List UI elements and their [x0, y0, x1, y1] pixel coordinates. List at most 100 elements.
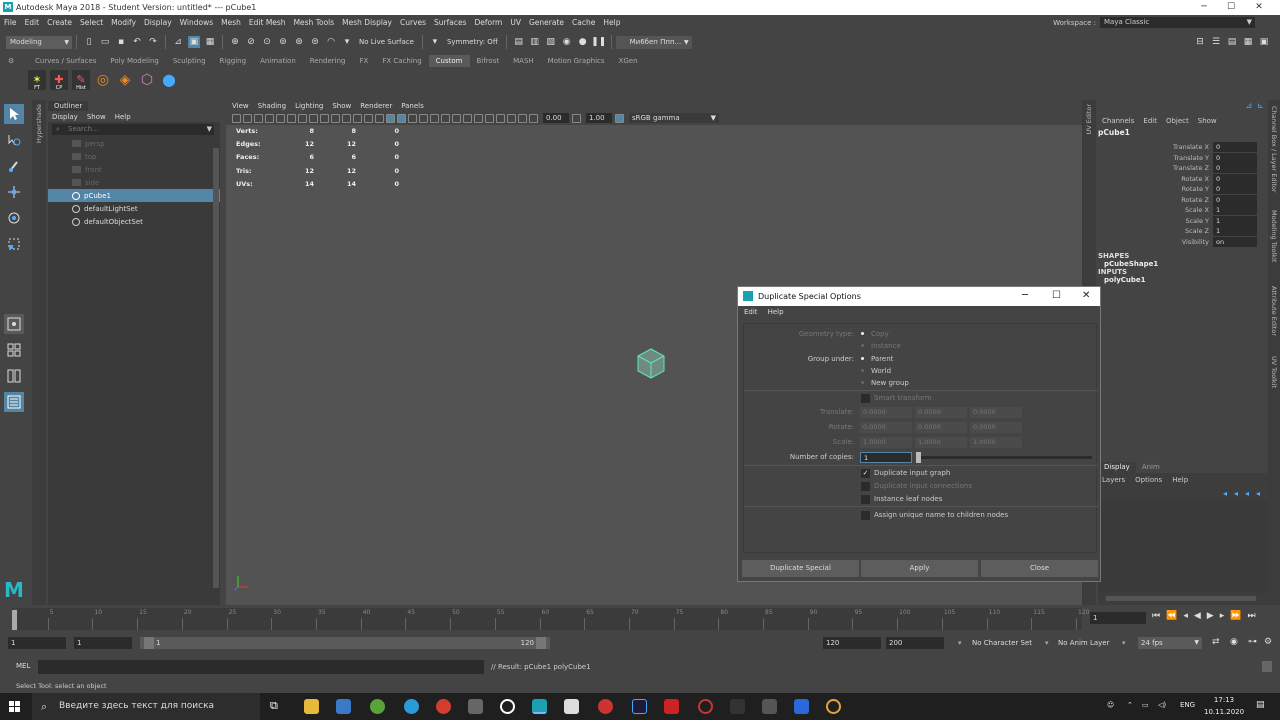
app-icon[interactable]	[730, 699, 745, 714]
layer-list[interactable]	[1098, 501, 1268, 593]
steam-icon[interactable]	[762, 699, 777, 714]
channel-menu-object[interactable]: Object	[1166, 117, 1189, 125]
screen-space-ao-icon[interactable]	[441, 113, 450, 123]
menu-mesh-display[interactable]: Mesh Display	[338, 15, 396, 30]
rotate-tool-icon[interactable]	[4, 208, 24, 228]
move-layer-down-icon[interactable]: ◂	[1234, 489, 1238, 498]
current-frame-field[interactable]: 1	[1090, 612, 1146, 624]
number-of-copies-field[interactable]: 1	[860, 452, 912, 463]
sound-icon[interactable]: ◉	[1230, 637, 1238, 647]
rotate-x-field[interactable]: 0.0000	[860, 422, 912, 433]
shelf-tab-bifrost[interactable]: Bifrost	[470, 55, 507, 67]
scale-z-field[interactable]: 1.0000	[970, 437, 1022, 448]
menu-mesh[interactable]: Mesh	[217, 15, 245, 30]
two-view-layout-icon[interactable]	[4, 366, 24, 386]
viewport-menu-renderer[interactable]: Renderer	[360, 102, 392, 110]
snap-grid-icon[interactable]: ⊕	[229, 36, 241, 48]
shelf-tab-custom[interactable]: Custom	[428, 55, 470, 67]
channel-box-toggle-icon[interactable]: ▤	[1226, 36, 1238, 48]
layer-scrollbar[interactable]	[1106, 596, 1256, 601]
outliner-item[interactable]: defaultObjectSet	[48, 215, 220, 228]
paint-select-tool-icon[interactable]	[4, 156, 24, 176]
pause-icon[interactable]: ❚❚	[591, 36, 606, 48]
new-layer-icon[interactable]: ◂	[1245, 489, 1249, 498]
channel-row[interactable]: Scale X 1	[1098, 205, 1268, 216]
script-editor-icon[interactable]	[1262, 661, 1272, 672]
menu-windows[interactable]: Windows	[176, 15, 217, 30]
layer-menu-help[interactable]: Help	[1172, 476, 1188, 484]
xray-components-icon[interactable]	[518, 113, 527, 123]
motion-blur-icon[interactable]	[452, 113, 461, 123]
menu-curves[interactable]: Curves	[396, 15, 430, 30]
outliner-item[interactable]: top	[48, 150, 220, 163]
layer-tab-anim[interactable]: Anim	[1136, 462, 1166, 473]
channel-value[interactable]: 0	[1213, 194, 1257, 205]
xray-joints-icon[interactable]	[507, 113, 516, 123]
save-scene-icon[interactable]: ▪	[115, 36, 127, 48]
translate-x-field[interactable]: 0.0000	[860, 407, 912, 418]
shelf-tab-rigging[interactable]: Rigging	[213, 55, 254, 67]
chevron-down-icon[interactable]: ▾	[1045, 639, 1049, 647]
dialog-maximize-button[interactable]: ☐	[1052, 290, 1061, 301]
select-camera-icon[interactable]	[232, 113, 241, 123]
loop-icon[interactable]: ⇄	[1212, 637, 1220, 647]
range-end-handle[interactable]	[536, 637, 546, 649]
user-account-dropdown[interactable]: Ми6беп Ппп... ▼	[615, 35, 692, 49]
menu-select[interactable]: Select	[76, 15, 107, 30]
playback-start-field[interactable]: 1	[74, 637, 132, 649]
color-management-icon[interactable]	[615, 113, 624, 123]
channel-row[interactable]: Rotate X 0	[1098, 173, 1268, 185]
task-view-icon[interactable]: ⧉	[270, 699, 285, 714]
isolate-select-icon[interactable]	[485, 113, 494, 123]
open-scene-icon[interactable]: ▭	[99, 36, 111, 48]
select-tool-icon[interactable]	[4, 104, 24, 124]
menu-mesh-tools[interactable]: Mesh Tools	[290, 15, 339, 30]
close-window-button[interactable]: ✕	[1247, 1, 1271, 13]
depth-of-field-icon[interactable]	[474, 113, 483, 123]
time-ruler[interactable]: 1510152025303540455055606570758085909510…	[12, 608, 1089, 630]
channel-menu-channels[interactable]: Channels	[1102, 117, 1134, 125]
shelf-tab-curves-surfaces[interactable]: Curves / Surfaces	[28, 55, 103, 67]
shelf-tab-xgen[interactable]: XGen	[612, 55, 645, 67]
outliner-item[interactable]: front	[48, 163, 220, 176]
clock-date[interactable]: 10.11.2020	[1204, 708, 1244, 716]
move-tool-icon[interactable]	[4, 182, 24, 202]
chevron-down-icon[interactable]: ▾	[341, 36, 353, 48]
step-forward-key-icon[interactable]: ⏩	[1230, 611, 1241, 621]
outliner-menu-help[interactable]: Help	[115, 113, 131, 121]
pcube-mesh[interactable]	[636, 347, 666, 379]
channel-row[interactable]: Visibility on	[1098, 236, 1268, 248]
app-icon[interactable]	[664, 699, 679, 714]
rotate-z-field[interactable]: 0.0000	[970, 422, 1022, 433]
viewport-menu-panels[interactable]: Panels	[401, 102, 424, 110]
windows-start-icon[interactable]	[9, 701, 21, 713]
attribute-editor-toggle-icon[interactable]: ⊟	[1194, 36, 1206, 48]
workspace-dropdown[interactable]: Maya Classic ▼	[1100, 17, 1255, 28]
symmetry-label[interactable]: Symmetry: Off	[447, 38, 498, 46]
shelf-tab-animation[interactable]: Animation	[253, 55, 303, 67]
geometry-copy-radio[interactable]: Copy	[861, 330, 889, 338]
shelf-tab-poly-modeling[interactable]: Poly Modeling	[103, 55, 165, 67]
menu-edit-mesh[interactable]: Edit Mesh	[245, 15, 290, 30]
scale-x-field[interactable]: 1.0000	[860, 437, 912, 448]
range-start-handle[interactable]	[144, 637, 154, 649]
viewport-menu-lighting[interactable]: Lighting	[295, 102, 323, 110]
app-icon[interactable]	[500, 699, 515, 714]
dialog-menu-help[interactable]: Help	[768, 306, 784, 319]
tool-settings-toggle-icon[interactable]: ☰	[1210, 36, 1222, 48]
layer-menu-options[interactable]: Options	[1135, 476, 1162, 484]
outliner-item[interactable]: persp	[48, 137, 220, 150]
gate-mask-icon[interactable]	[331, 113, 340, 123]
anim-layer-label[interactable]: No Anim Layer	[1058, 639, 1109, 647]
rotate-y-field[interactable]: 0.0000	[915, 422, 967, 433]
step-back-key-icon[interactable]: ⏪	[1166, 611, 1177, 621]
duplicate-input-connections-checkbox[interactable]: Duplicate input connections	[861, 482, 972, 491]
new-scene-icon[interactable]: ▯	[83, 36, 95, 48]
uv-toolkit-side-tab[interactable]: UV Toolkit	[1270, 356, 1278, 388]
duplicate-input-graph-checkbox[interactable]: ✓ Duplicate input graph	[861, 469, 950, 478]
viewport-menu-shading[interactable]: Shading	[258, 102, 286, 110]
menu-set-dropdown[interactable]: Modeling ▼	[6, 35, 72, 49]
use-all-lights-icon[interactable]	[419, 113, 428, 123]
select-hierarchy-icon[interactable]: ⊿	[172, 36, 184, 48]
photoshop-icon[interactable]	[632, 699, 647, 714]
